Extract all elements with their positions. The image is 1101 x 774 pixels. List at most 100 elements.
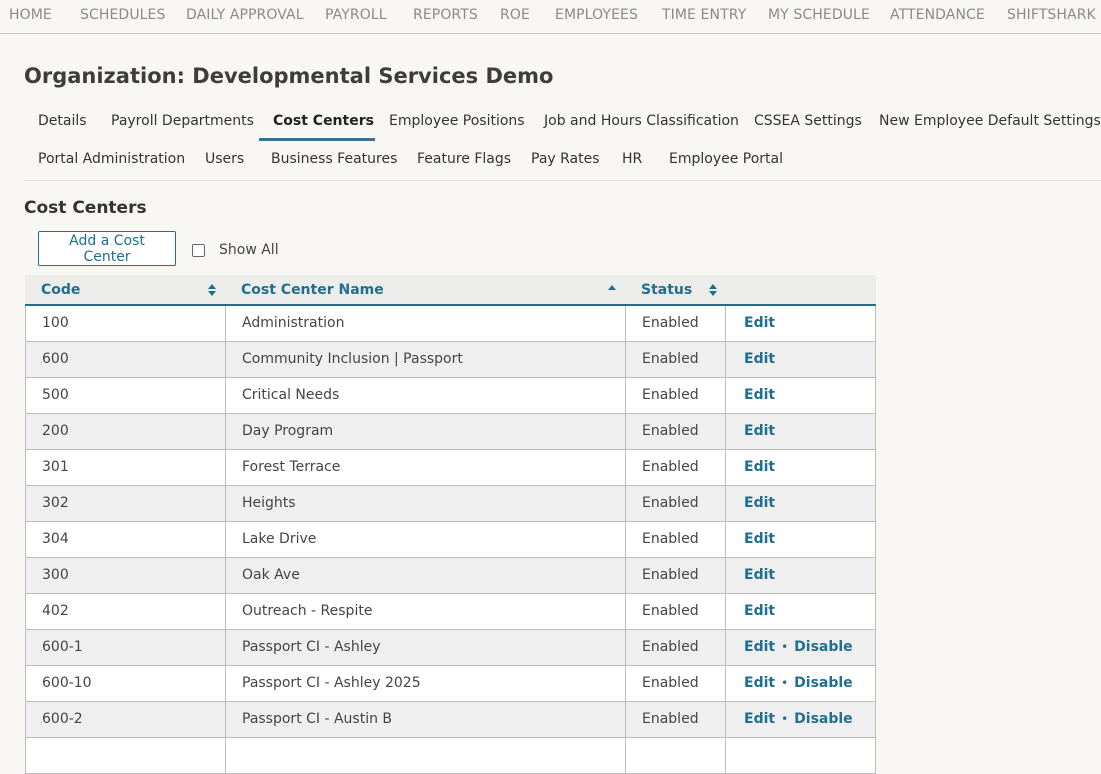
- sort-both-icon[interactable]: [208, 283, 216, 297]
- nav-roe[interactable]: ROE: [500, 7, 530, 23]
- column-header-cost-center-name[interactable]: Cost Center Name: [241, 282, 384, 298]
- edit-link[interactable]: Edit: [744, 387, 775, 403]
- edit-link[interactable]: Edit: [744, 495, 775, 511]
- edit-link[interactable]: Edit: [744, 423, 775, 439]
- column-divider: [725, 306, 726, 341]
- nav-payroll[interactable]: PAYROLL: [325, 7, 387, 23]
- table-row: 500 Critical Needs Enabled Edit: [25, 378, 876, 414]
- cell-name: Critical Needs: [242, 387, 340, 403]
- top-navigation: HOME SCHEDULES DAILY APPROVAL PAYROLL RE…: [0, 0, 1101, 34]
- cell-status: Enabled: [642, 603, 699, 619]
- cell-actions: Edit: [744, 414, 775, 449]
- tab-payroll-departments[interactable]: Payroll Departments: [111, 113, 254, 129]
- column-divider: [225, 558, 226, 593]
- nav-reports[interactable]: REPORTS: [413, 7, 478, 23]
- nav-my-schedule[interactable]: MY SCHEDULE: [768, 7, 870, 23]
- column-divider: [725, 558, 726, 593]
- edit-link[interactable]: Edit: [744, 315, 775, 331]
- tab-hr[interactable]: HR: [622, 151, 642, 167]
- edit-link[interactable]: Edit: [744, 711, 775, 727]
- column-divider: [625, 666, 626, 701]
- add-cost-center-button[interactable]: Add a Cost Center: [38, 231, 176, 266]
- nav-time-entry[interactable]: TIME ENTRY: [662, 7, 746, 23]
- cost-centers-table: Code Cost Center Name Status 100 Administ…: [25, 275, 876, 774]
- cell-actions: Edit: [744, 522, 775, 557]
- column-divider: [625, 342, 626, 377]
- tab-employee-positions[interactable]: Employee Positions: [389, 113, 525, 129]
- nav-daily-approval[interactable]: DAILY APPROVAL: [186, 7, 304, 23]
- cell-name: Day Program: [242, 423, 334, 439]
- column-header-status[interactable]: Status: [641, 282, 692, 298]
- table-row: 302 Heights Enabled Edit: [25, 486, 876, 522]
- edit-link[interactable]: Edit: [744, 639, 775, 655]
- edit-link[interactable]: Edit: [744, 675, 775, 691]
- column-divider: [625, 594, 626, 629]
- tab-new-employee-default-settings[interactable]: New Employee Default Settings: [879, 113, 1101, 129]
- nav-employees[interactable]: EMPLOYEES: [555, 7, 638, 23]
- cell-name: Outreach - Respite: [242, 603, 373, 619]
- disable-link[interactable]: Disable: [794, 711, 853, 727]
- column-divider: [225, 378, 226, 413]
- column-divider: [625, 450, 626, 485]
- cell-name: Administration: [242, 315, 345, 331]
- edit-link[interactable]: Edit: [744, 603, 775, 619]
- column-divider: [625, 558, 626, 593]
- show-all-checkbox[interactable]: [192, 244, 205, 257]
- cell-status: Enabled: [642, 639, 699, 655]
- cell-status: Enabled: [642, 459, 699, 475]
- cell-status: Enabled: [642, 711, 699, 727]
- column-divider: [625, 738, 626, 773]
- cell-status: Enabled: [642, 387, 699, 403]
- show-all-label: Show All: [219, 242, 279, 258]
- cell-name: Community Inclusion | Passport: [242, 351, 463, 367]
- table-row: 600 Community Inclusion | Passport Enabled…: [25, 342, 876, 378]
- cell-status: Enabled: [642, 531, 699, 547]
- nav-home[interactable]: HOME: [9, 7, 52, 23]
- cell-name: Passport CI - Austin B: [242, 711, 393, 727]
- column-divider: [225, 486, 226, 521]
- sort-ascending-icon[interactable]: [608, 283, 616, 297]
- cell-name: Passport CI - Ashley 2025: [242, 675, 421, 691]
- cell-status: Enabled: [642, 315, 699, 331]
- column-divider: [725, 342, 726, 377]
- tab-cssea-settings[interactable]: CSSEA Settings: [754, 113, 862, 129]
- column-divider: [625, 702, 626, 737]
- tab-pay-rates[interactable]: Pay Rates: [531, 151, 600, 167]
- separator-dot: •: [781, 676, 789, 690]
- cell-name: Forest Terrace: [242, 459, 341, 475]
- nav-shiftshark[interactable]: SHIFTSHARK: [1007, 7, 1096, 23]
- tab-employee-portal[interactable]: Employee Portal: [669, 151, 783, 167]
- sort-both-icon[interactable]: [709, 283, 717, 297]
- cell-code: 402: [42, 603, 69, 619]
- edit-link[interactable]: Edit: [744, 351, 775, 367]
- cell-actions: Edit: [744, 486, 775, 521]
- tab-feature-flags[interactable]: Feature Flags: [417, 151, 511, 167]
- column-header-code[interactable]: Code: [41, 282, 80, 298]
- cell-code: 600-10: [42, 675, 92, 691]
- edit-link[interactable]: Edit: [744, 459, 775, 475]
- disable-link[interactable]: Disable: [794, 639, 853, 655]
- nav-attendance[interactable]: ATTENDANCE: [890, 7, 985, 23]
- edit-link[interactable]: Edit: [744, 567, 775, 583]
- tab-details[interactable]: Details: [38, 113, 87, 129]
- edit-link[interactable]: Edit: [744, 531, 775, 547]
- section-title: Cost Centers: [24, 198, 147, 218]
- tab-business-features[interactable]: Business Features: [271, 151, 397, 167]
- table-body: 100 Administration Enabled Edit 600 Community…: [25, 306, 876, 774]
- column-divider: [725, 414, 726, 449]
- cell-name: Passport CI - Ashley: [242, 639, 381, 655]
- separator-dot: •: [781, 640, 789, 654]
- tab-job-hours-classification[interactable]: Job and Hours Classification: [544, 113, 739, 129]
- column-divider: [725, 486, 726, 521]
- tab-users[interactable]: Users: [205, 151, 244, 167]
- column-divider: [725, 630, 726, 665]
- tab-cost-centers[interactable]: Cost Centers: [273, 113, 374, 129]
- column-divider: [225, 414, 226, 449]
- cell-actions: Edit: [744, 594, 775, 629]
- cell-actions: Edit • Disable: [744, 666, 853, 701]
- disable-link[interactable]: Disable: [794, 675, 853, 691]
- nav-schedules[interactable]: SCHEDULES: [80, 7, 166, 23]
- tab-portal-administration[interactable]: Portal Administration: [38, 151, 185, 167]
- tabs-divider: [24, 180, 1101, 181]
- cell-code: 301: [42, 459, 69, 475]
